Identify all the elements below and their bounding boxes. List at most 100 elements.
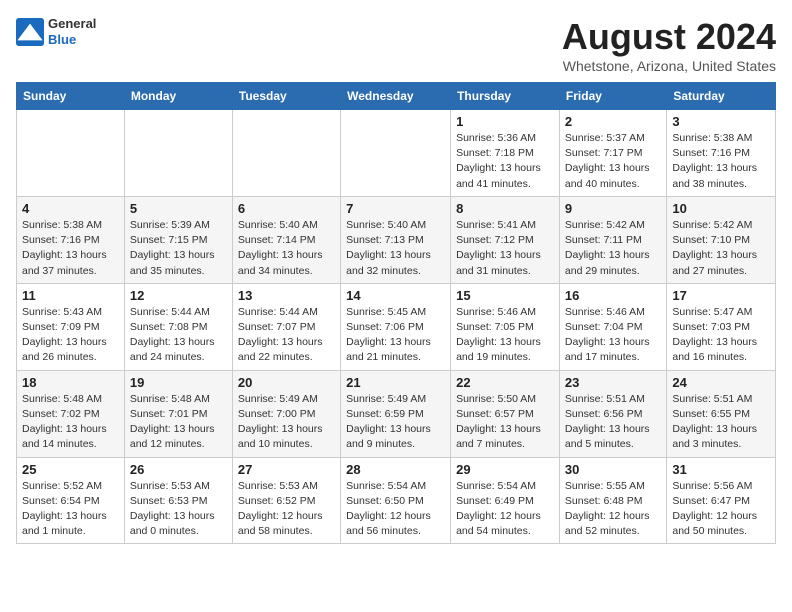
day-cell: 28 Sunrise: 5:54 AMSunset: 6:50 PMDayligh…: [341, 457, 451, 544]
logo-general: General: [48, 16, 96, 32]
weekday-header-friday: Friday: [559, 83, 666, 110]
location: Whetstone, Arizona, United States: [562, 58, 776, 74]
day-number: 27: [238, 462, 335, 477]
day-info: Sunrise: 5:51 AMSunset: 6:56 PMDaylight:…: [565, 392, 661, 453]
calendar-table: SundayMondayTuesdayWednesdayThursdayFrid…: [16, 82, 776, 544]
logo: General Blue: [16, 16, 96, 47]
day-number: 31: [672, 462, 770, 477]
day-number: 12: [130, 288, 227, 303]
day-info: Sunrise: 5:54 AMSunset: 6:50 PMDaylight:…: [346, 479, 445, 540]
day-cell: 6Sunrise: 5:40 AMSunset: 7:14 PMDaylight…: [232, 196, 340, 283]
day-number: 5: [130, 201, 227, 216]
day-number: 11: [22, 288, 119, 303]
day-cell: 19 Sunrise: 5:48 AMSunset: 7:01 PMDayligh…: [124, 370, 232, 457]
day-info: Sunrise: 5:38 AMSunset: 7:16 PMDaylight:…: [672, 131, 770, 192]
day-cell: 22 Sunrise: 5:50 AMSunset: 6:57 PMDayligh…: [451, 370, 560, 457]
day-number: 7: [346, 201, 445, 216]
day-info: Sunrise: 5:49 AMSunset: 7:00 PMDaylight:…: [238, 392, 335, 453]
day-cell: [232, 110, 340, 197]
day-number: 28: [346, 462, 445, 477]
page-header: General Blue August 2024 Whetstone, Ariz…: [16, 16, 776, 74]
day-info: Sunrise: 5:52 AMSunset: 6:54 PMDaylight:…: [22, 479, 119, 540]
day-info: Sunrise: 5:53 AMSunset: 6:53 PMDaylight:…: [130, 479, 227, 540]
weekday-header-saturday: Saturday: [667, 83, 776, 110]
day-info: Sunrise: 5:53 AMSunset: 6:52 PMDaylight:…: [238, 479, 335, 540]
weekday-header-tuesday: Tuesday: [232, 83, 340, 110]
day-cell: 17Sunrise: 5:47 AMSunset: 7:03 PMDayligh…: [667, 283, 776, 370]
day-info: Sunrise: 5:48 AMSunset: 7:02 PMDaylight:…: [22, 392, 119, 453]
day-number: 6: [238, 201, 335, 216]
week-row-3: 11 Sunrise: 5:43 AMSunset: 7:09 PMDayligh…: [17, 283, 776, 370]
weekday-header-thursday: Thursday: [451, 83, 560, 110]
day-info: Sunrise: 5:54 AMSunset: 6:49 PMDaylight:…: [456, 479, 554, 540]
month-year: August 2024: [562, 16, 776, 58]
day-info: Sunrise: 5:41 AMSunset: 7:12 PMDaylight:…: [456, 218, 554, 279]
day-info: Sunrise: 5:36 AMSunset: 7:18 PMDaylight:…: [456, 131, 554, 192]
day-cell: 11 Sunrise: 5:43 AMSunset: 7:09 PMDayligh…: [17, 283, 125, 370]
weekday-header-row: SundayMondayTuesdayWednesdayThursdayFrid…: [17, 83, 776, 110]
day-number: 24: [672, 375, 770, 390]
day-info: Sunrise: 5:48 AMSunset: 7:01 PMDaylight:…: [130, 392, 227, 453]
day-cell: 21 Sunrise: 5:49 AMSunset: 6:59 PMDayligh…: [341, 370, 451, 457]
day-info: Sunrise: 5:55 AMSunset: 6:48 PMDaylight:…: [565, 479, 661, 540]
week-row-2: 4 Sunrise: 5:38 AMSunset: 7:16 PMDaylight…: [17, 196, 776, 283]
day-number: 30: [565, 462, 661, 477]
day-cell: 12 Sunrise: 5:44 AMSunset: 7:08 PMDayligh…: [124, 283, 232, 370]
day-cell: 8 Sunrise: 5:41 AMSunset: 7:12 PMDaylight…: [451, 196, 560, 283]
week-row-1: 1 Sunrise: 5:36 AMSunset: 7:18 PMDaylight…: [17, 110, 776, 197]
day-number: 20: [238, 375, 335, 390]
day-info: Sunrise: 5:47 AMSunset: 7:03 PMDaylight:…: [672, 305, 770, 366]
day-number: 22: [456, 375, 554, 390]
day-number: 26: [130, 462, 227, 477]
day-number: 3: [672, 114, 770, 129]
day-info: Sunrise: 5:38 AMSunset: 7:16 PMDaylight:…: [22, 218, 119, 279]
weekday-header-monday: Monday: [124, 83, 232, 110]
day-number: 25: [22, 462, 119, 477]
day-cell: 3 Sunrise: 5:38 AMSunset: 7:16 PMDaylight…: [667, 110, 776, 197]
day-info: Sunrise: 5:56 AMSunset: 6:47 PMDaylight:…: [672, 479, 770, 540]
day-number: 29: [456, 462, 554, 477]
day-cell: 20 Sunrise: 5:49 AMSunset: 7:00 PMDayligh…: [232, 370, 340, 457]
day-number: 1: [456, 114, 554, 129]
day-cell: [124, 110, 232, 197]
day-cell: 15 Sunrise: 5:46 AMSunset: 7:05 PMDayligh…: [451, 283, 560, 370]
day-info: Sunrise: 5:46 AMSunset: 7:05 PMDaylight:…: [456, 305, 554, 366]
logo-text: General Blue: [48, 16, 96, 47]
day-number: 15: [456, 288, 554, 303]
day-number: 21: [346, 375, 445, 390]
day-cell: 27 Sunrise: 5:53 AMSunset: 6:52 PMDayligh…: [232, 457, 340, 544]
day-info: Sunrise: 5:42 AMSunset: 7:11 PMDaylight:…: [565, 218, 661, 279]
day-info: Sunrise: 5:50 AMSunset: 6:57 PMDaylight:…: [456, 392, 554, 453]
day-cell: 1 Sunrise: 5:36 AMSunset: 7:18 PMDaylight…: [451, 110, 560, 197]
day-cell: [341, 110, 451, 197]
day-info: Sunrise: 5:40 AMSunset: 7:13 PMDaylight:…: [346, 218, 445, 279]
day-cell: 5 Sunrise: 5:39 AMSunset: 7:15 PMDaylight…: [124, 196, 232, 283]
day-number: 19: [130, 375, 227, 390]
day-number: 4: [22, 201, 119, 216]
day-cell: 25 Sunrise: 5:52 AMSunset: 6:54 PMDayligh…: [17, 457, 125, 544]
day-number: 23: [565, 375, 661, 390]
day-cell: 23 Sunrise: 5:51 AMSunset: 6:56 PMDayligh…: [559, 370, 666, 457]
logo-icon: [16, 18, 44, 46]
day-info: Sunrise: 5:42 AMSunset: 7:10 PMDaylight:…: [672, 218, 770, 279]
day-cell: 13Sunrise: 5:44 AMSunset: 7:07 PMDayligh…: [232, 283, 340, 370]
day-info: Sunrise: 5:44 AMSunset: 7:08 PMDaylight:…: [130, 305, 227, 366]
day-info: Sunrise: 5:39 AMSunset: 7:15 PMDaylight:…: [130, 218, 227, 279]
day-info: Sunrise: 5:43 AMSunset: 7:09 PMDaylight:…: [22, 305, 119, 366]
day-number: 16: [565, 288, 661, 303]
title-block: August 2024 Whetstone, Arizona, United S…: [562, 16, 776, 74]
day-number: 8: [456, 201, 554, 216]
day-number: 2: [565, 114, 661, 129]
weekday-header-sunday: Sunday: [17, 83, 125, 110]
day-cell: 18 Sunrise: 5:48 AMSunset: 7:02 PMDayligh…: [17, 370, 125, 457]
day-info: Sunrise: 5:46 AMSunset: 7:04 PMDaylight:…: [565, 305, 661, 366]
day-number: 10: [672, 201, 770, 216]
day-info: Sunrise: 5:49 AMSunset: 6:59 PMDaylight:…: [346, 392, 445, 453]
day-cell: 14Sunrise: 5:45 AMSunset: 7:06 PMDayligh…: [341, 283, 451, 370]
day-info: Sunrise: 5:51 AMSunset: 6:55 PMDaylight:…: [672, 392, 770, 453]
day-number: 14: [346, 288, 445, 303]
day-number: 18: [22, 375, 119, 390]
day-cell: 26 Sunrise: 5:53 AMSunset: 6:53 PMDayligh…: [124, 457, 232, 544]
day-cell: 4 Sunrise: 5:38 AMSunset: 7:16 PMDaylight…: [17, 196, 125, 283]
day-cell: 9Sunrise: 5:42 AMSunset: 7:11 PMDaylight…: [559, 196, 666, 283]
